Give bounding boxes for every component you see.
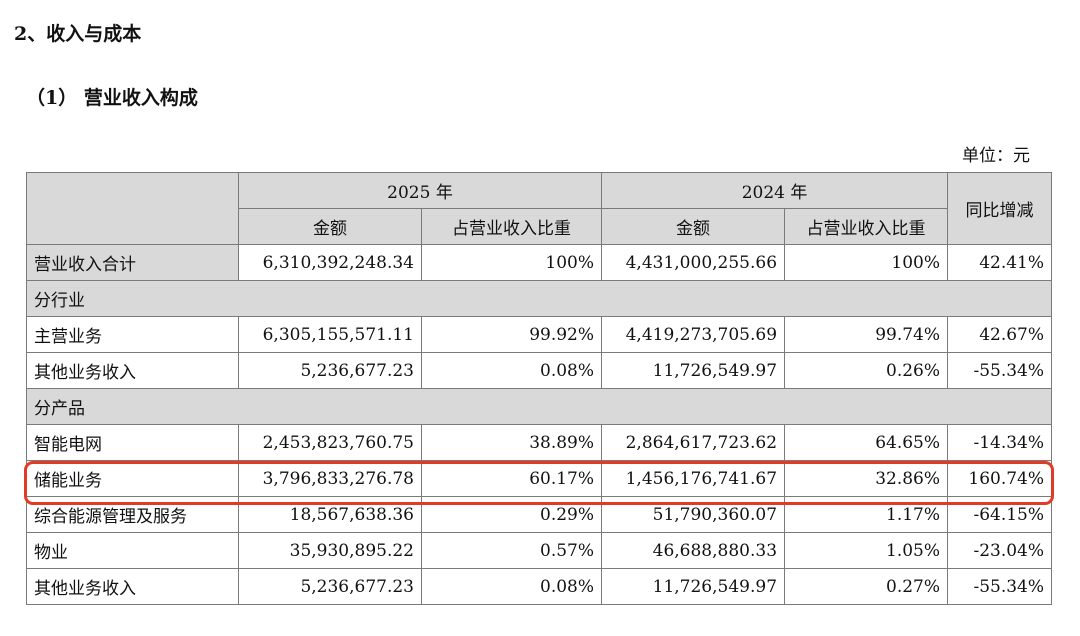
header-yoy: 同比增减 [947, 172, 1053, 245]
yoy-change: 42.41% [947, 244, 1053, 281]
ratio-2024: 1.05% [784, 532, 949, 569]
section-heading: 2、收入与成本 [14, 23, 142, 45]
ratio-2024: 64.65% [784, 424, 949, 461]
amount-2024: 11,726,549.97 [601, 568, 786, 605]
header-amount-2025: 金额 [238, 208, 422, 245]
header-ratio-2025: 占营业收入比重 [420, 208, 603, 245]
revenue-composition-table: 2025 年 2024 年 同比增减 金额 占营业收入比重 金额 占营业收入比重… [25, 172, 1053, 605]
amount-2025: 6,310,392,248.34 [238, 244, 422, 281]
table-row: 其他业务收入 5,236,677.23 0.08% 11,726,549.97 … [26, 352, 1053, 389]
header-year-2024: 2024 年 [601, 172, 949, 209]
yoy-change: -55.34% [947, 568, 1053, 605]
header-corner [26, 172, 239, 245]
ratio-2024: 99.74% [784, 316, 949, 353]
amount-2024: 4,431,000,255.66 [601, 244, 786, 281]
amount-2025: 18,567,638.36 [238, 496, 422, 533]
section-row-industry: 分行业 [25, 280, 1053, 317]
header-year-2025: 2025 年 [237, 172, 603, 209]
amount-2025: 6,305,155,571.11 [238, 316, 422, 353]
row-label: 储能业务 [26, 460, 239, 497]
row-label: 物业 [26, 532, 239, 569]
amount-2025: 2,453,823,760.75 [238, 424, 422, 461]
amount-2025: 5,236,677.23 [238, 568, 422, 605]
row-label: 智能电网 [26, 424, 239, 461]
section-label: 分产品 [25, 388, 1053, 425]
yoy-change: -23.04% [947, 532, 1053, 569]
row-label: 主营业务 [26, 316, 239, 353]
table-row: 物业 35,930,895.22 0.57% 46,688,880.33 1.0… [26, 532, 1053, 569]
table-row-highlighted: 储能业务 3,796,833,276.78 60.17% 1,456,176,7… [26, 460, 1053, 497]
ratio-2025: 0.08% [420, 568, 603, 605]
ratio-2025: 38.89% [420, 424, 603, 461]
yoy-change: 160.74% [947, 460, 1053, 497]
ratio-2025: 100% [420, 244, 603, 281]
ratio-2024: 32.86% [784, 460, 949, 497]
table-row-total: 营业收入合计 6,310,392,248.34 100% 4,431,000,2… [26, 244, 1053, 281]
ratio-2025: 99.92% [420, 316, 603, 353]
amount-2024: 51,790,360.07 [601, 496, 786, 533]
header-ratio-2024: 占营业收入比重 [784, 208, 949, 245]
ratio-2025: 0.57% [420, 532, 603, 569]
section-row-product: 分产品 [25, 388, 1053, 425]
amount-2025: 3,796,833,276.78 [238, 460, 422, 497]
table-row: 其他业务收入 5,236,677.23 0.08% 11,726,549.97 … [26, 568, 1053, 605]
amount-2024: 2,864,617,723.62 [601, 424, 786, 461]
table-row: 主营业务 6,305,155,571.11 99.92% 4,419,273,7… [26, 316, 1053, 353]
ratio-2024: 0.26% [784, 352, 949, 389]
row-label: 综合能源管理及服务 [26, 496, 239, 533]
amount-2024: 1,456,176,741.67 [601, 460, 786, 497]
header-amount-2024: 金额 [601, 208, 786, 245]
ratio-2025: 60.17% [420, 460, 603, 497]
ratio-2025: 0.29% [420, 496, 603, 533]
yoy-change: -14.34% [947, 424, 1053, 461]
table-row: 综合能源管理及服务 18,567,638.36 0.29% 51,790,360… [26, 496, 1053, 533]
sub-heading: （1） 营业收入构成 [26, 87, 198, 109]
row-label: 营业收入合计 [26, 244, 239, 281]
amount-2025: 5,236,677.23 [238, 352, 422, 389]
amount-2024: 46,688,880.33 [601, 532, 786, 569]
row-label: 其他业务收入 [26, 568, 239, 605]
yoy-change: -64.15% [947, 496, 1053, 533]
amount-2024: 4,419,273,705.69 [601, 316, 786, 353]
table-row: 智能电网 2,453,823,760.75 38.89% 2,864,617,7… [26, 424, 1053, 461]
amount-2025: 35,930,895.22 [238, 532, 422, 569]
yoy-change: -55.34% [947, 352, 1053, 389]
amount-2024: 11,726,549.97 [601, 352, 786, 389]
ratio-2024: 100% [784, 244, 949, 281]
ratio-2025: 0.08% [420, 352, 603, 389]
unit-label: 单位：元 [962, 146, 1030, 166]
row-label: 其他业务收入 [26, 352, 239, 389]
ratio-2024: 0.27% [784, 568, 949, 605]
ratio-2024: 1.17% [784, 496, 949, 533]
section-label: 分行业 [25, 280, 1053, 317]
yoy-change: 42.67% [947, 316, 1053, 353]
